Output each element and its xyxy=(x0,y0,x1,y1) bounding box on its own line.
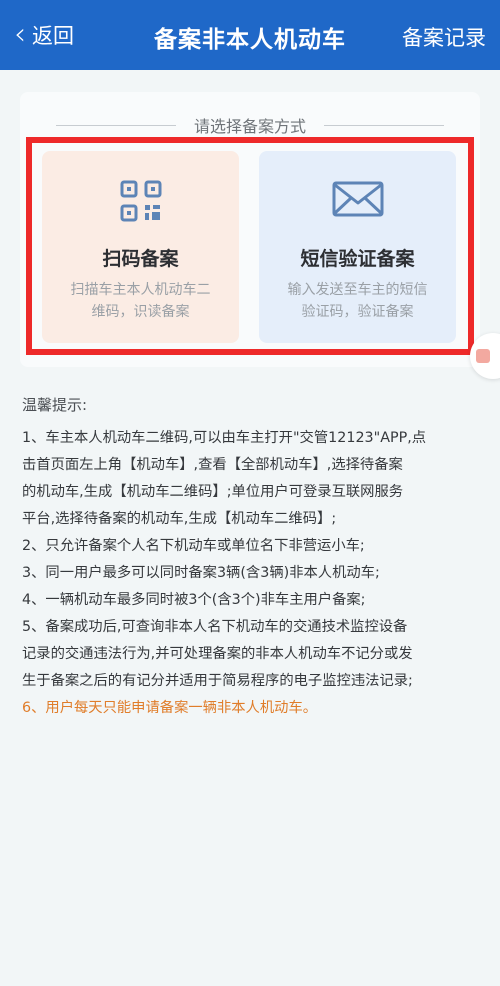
sms-verify-option[interactable]: 短信验证备案 输入发送至车主的短信 验证码，验证备案 xyxy=(259,151,456,343)
tip-line: 击首页面左上角【机动车】,查看【全部机动车】,选择待备案 xyxy=(22,457,403,473)
records-link[interactable]: 备案记录 xyxy=(402,22,486,52)
option-name: 短信验证备案 xyxy=(300,248,415,270)
tip-line: 3、同一用户最多可以同时备案3辆(含3辆)非本人机动车; xyxy=(22,565,380,581)
nav-bar: ‹ 返回 备案非本人机动车 备案记录 xyxy=(0,0,500,70)
tip-line: 的机动车,生成【机动车二维码】;单位用户可登录互联网服务 xyxy=(22,484,404,500)
tip-line: 2、只允许备案个人名下机动车或单位名下非营运小车; xyxy=(22,538,365,554)
option-name: 扫码备案 xyxy=(102,248,179,270)
tip-line-highlight: 6、用户每天只能申请备案一辆非本人机动车。 xyxy=(22,700,318,716)
tip-line: 记录的交通违法行为,并可处理备案的非本人机动车不记分或发 xyxy=(22,646,413,662)
qr-code-icon xyxy=(42,179,239,223)
section-heading-text: 请选择备案方式 xyxy=(193,117,306,136)
scan-qr-option[interactable]: 扫码备案 扫描车主本人机动车二 维码，识读备案 xyxy=(42,151,239,343)
section-heading: 请选择备案方式 xyxy=(20,114,480,136)
tips-title: 温馨提示: xyxy=(22,396,88,414)
tip-line: 1、车主本人机动车二维码,可以由车主打开"交管12123"APP,点 xyxy=(22,430,427,446)
option-desc: 输入发送至车主的短信 验证码，验证备案 xyxy=(287,282,428,320)
option-desc: 扫描车主本人机动车二 维码，识读备案 xyxy=(70,282,211,320)
tab-icon xyxy=(476,349,490,363)
tip-line: 生于备案之后的有记分并适用于简易程序的电子监控违法记录; xyxy=(22,673,413,689)
envelope-icon xyxy=(259,179,456,223)
divider-right xyxy=(324,124,444,126)
divider-left xyxy=(55,124,176,126)
tip-line: 4、一辆机动车最多同时被3个(含3个)非车主用户备案; xyxy=(22,592,366,608)
tips-section: 温馨提示: 1、车主本人机动车二维码,可以由车主打开"交管12123"APP,点… xyxy=(22,394,484,722)
tip-line: 平台,选择待备案的机动车,生成【机动车二维码】; xyxy=(22,511,337,527)
tip-line: 5、备案成功后,可查询非本人名下机动车的交通技术监控设备 xyxy=(22,619,408,635)
